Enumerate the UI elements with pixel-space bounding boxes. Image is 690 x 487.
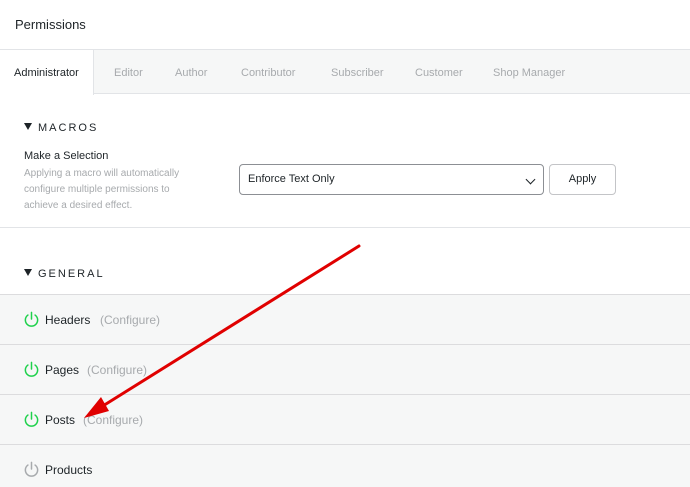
permission-name: Products <box>45 463 93 477</box>
triangle-down-icon <box>24 269 32 276</box>
tab-subscriber[interactable]: Subscriber <box>317 50 398 94</box>
permission-row-headers: Headers (Configure) <box>0 294 690 344</box>
macro-select-value: Enforce Text Only <box>248 173 335 185</box>
section-divider <box>0 227 690 228</box>
power-icon[interactable] <box>23 461 40 478</box>
power-icon[interactable] <box>23 311 40 328</box>
macros-heading: MACROS <box>38 122 99 134</box>
macros-section-toggle[interactable]: MACROS <box>24 122 98 134</box>
general-section-toggle[interactable]: GENERAL <box>24 268 105 280</box>
role-tabs: Administrator Editor Author Contributor … <box>0 50 690 95</box>
page-header: Permissions <box>0 0 690 50</box>
tab-customer[interactable]: Customer <box>401 50 477 94</box>
permission-row-posts: Posts (Configure) <box>0 394 690 444</box>
permission-name: Posts <box>45 413 76 427</box>
apply-button[interactable]: Apply <box>549 164 616 195</box>
general-heading: GENERAL <box>38 268 105 280</box>
macro-label: Make a Selection <box>24 150 109 162</box>
triangle-down-icon <box>24 123 32 130</box>
macro-description: Applying a macro will automatically conf… <box>24 168 180 211</box>
tab-contributor[interactable]: Contributor <box>227 50 309 94</box>
page-title: Permissions <box>15 17 86 32</box>
power-icon[interactable] <box>23 361 40 378</box>
permission-name: Pages <box>45 363 80 377</box>
tab-editor[interactable]: Editor <box>100 50 157 94</box>
chevron-down-icon <box>525 174 536 185</box>
tab-shop-manager[interactable]: Shop Manager <box>479 50 579 94</box>
permission-row-products: Products <box>0 444 690 487</box>
permission-name: Headers <box>45 313 91 327</box>
configure-link[interactable]: (Configure) <box>100 313 160 327</box>
permission-row-pages: Pages (Configure) <box>0 344 690 394</box>
tab-author[interactable]: Author <box>161 50 221 94</box>
configure-link[interactable]: (Configure) <box>87 363 147 377</box>
configure-link[interactable]: (Configure) <box>83 413 143 427</box>
tab-administrator[interactable]: Administrator <box>0 50 94 95</box>
power-icon[interactable] <box>23 411 40 428</box>
macro-select[interactable]: Enforce Text Only <box>239 164 544 195</box>
